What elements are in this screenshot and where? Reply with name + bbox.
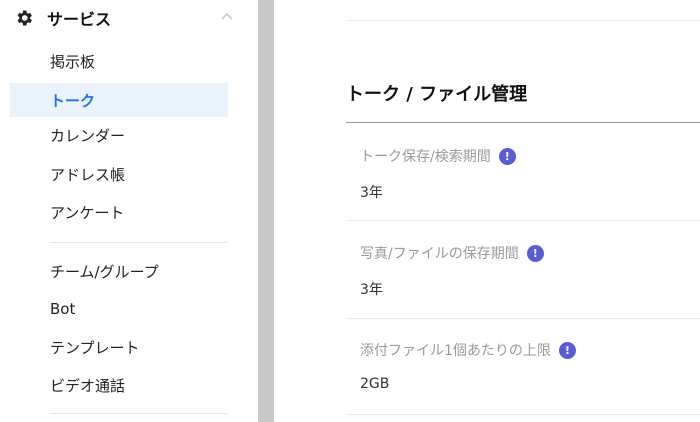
main-content: トーク / ファイル管理 トーク保存/検索期間 ! 3年 写真/ファイルの保存期… <box>274 0 700 422</box>
setting-label: トーク保存/検索期間 <box>360 149 491 165</box>
sidebar-item-bulletin-board[interactable]: 掲示板 <box>10 44 228 78</box>
setting-value: 3年 <box>360 282 383 298</box>
sidebar: サービス 掲示板 トーク カレンダー アドレス帳 アンケート チーム/グループ … <box>0 0 258 422</box>
row-divider <box>346 414 700 415</box>
title-divider <box>346 122 700 123</box>
sidebar-item-bot[interactable]: Bot <box>10 292 228 326</box>
sidebar-item-video-call[interactable]: ビデオ通話 <box>10 368 228 402</box>
page-title: トーク / ファイル管理 <box>346 84 528 105</box>
setting-attachment-limit: 添付ファイル1個あたりの上限 ! 2GB <box>360 340 700 396</box>
sidebar-splitter[interactable] <box>258 0 274 422</box>
gear-icon <box>17 10 32 26</box>
sidebar-item-address-book[interactable]: アドレス帳 <box>10 157 228 191</box>
sidebar-item-team-group[interactable]: チーム/グループ <box>10 254 228 288</box>
row-divider <box>346 220 700 221</box>
setting-value: 2GB <box>360 376 390 392</box>
sidebar-item-template[interactable]: テンプレート <box>10 330 228 364</box>
setting-label: 写真/ファイルの保存期間 <box>360 246 519 262</box>
info-icon[interactable]: ! <box>526 244 544 262</box>
info-icon[interactable]: ! <box>558 341 576 359</box>
sidebar-divider <box>50 413 228 414</box>
sidebar-item-survey[interactable]: アンケート <box>10 195 228 229</box>
sidebar-item-talk[interactable]: トーク <box>10 83 228 117</box>
setting-value: 3年 <box>360 185 383 201</box>
services-section-title: サービス <box>47 10 112 29</box>
services-section-header[interactable]: サービス <box>14 6 234 30</box>
chevron-up-icon[interactable] <box>220 10 234 24</box>
row-divider <box>346 318 700 319</box>
sidebar-item-calendar[interactable]: カレンダー <box>10 118 228 152</box>
setting-file-retention: 写真/ファイルの保存期間 ! 3年 <box>360 243 700 299</box>
setting-label: 添付ファイル1個あたりの上限 <box>360 343 551 359</box>
info-icon[interactable]: ! <box>498 147 516 165</box>
sidebar-divider <box>50 242 228 243</box>
setting-talk-retention: トーク保存/検索期間 ! 3年 <box>360 146 700 202</box>
header-divider <box>346 20 700 21</box>
